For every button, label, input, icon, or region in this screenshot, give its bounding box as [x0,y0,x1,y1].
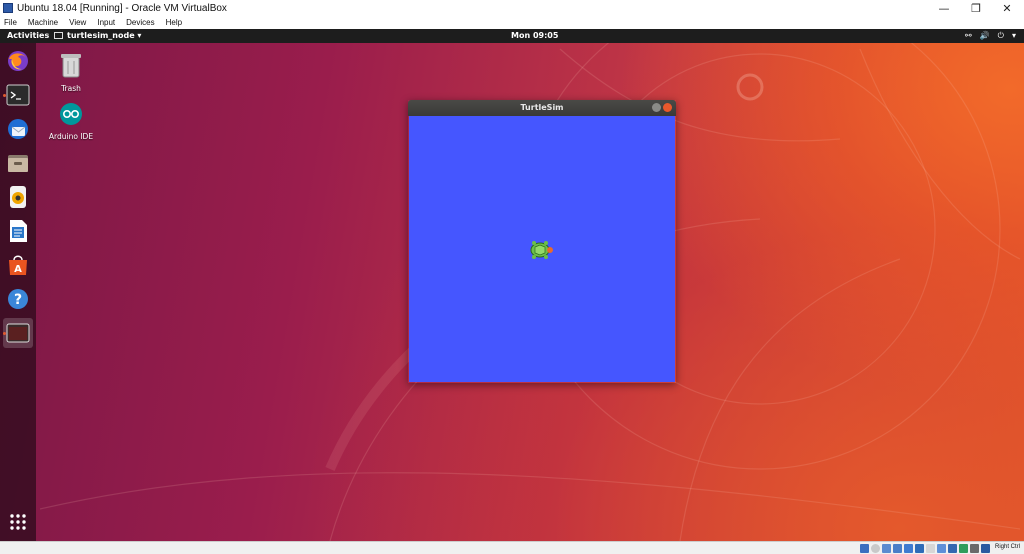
volume-icon[interactable]: 🔊 [980,31,990,41]
rhythmbox-icon [10,186,26,208]
dock-item-software[interactable]: A [3,250,33,280]
network-adapter-icon[interactable] [893,544,902,553]
files-icon [8,155,28,172]
turtlesim-titlebar[interactable]: TurtleSim [408,100,676,116]
system-tray[interactable]: ⚯ 🔊 ⏻ ▾ [965,31,1016,41]
dock-item-files[interactable] [3,148,33,178]
desktop-icon-label: Trash [61,84,81,93]
network-icon[interactable]: ⚯ [965,31,972,41]
dock-item-writer[interactable] [3,216,33,246]
running-indicator [3,94,6,97]
turtlesim-minimize-button[interactable] [652,103,661,112]
restore-button[interactable]: ❐ [959,0,993,16]
audio-icon[interactable] [882,544,891,553]
guest-desktop[interactable]: Activities turtlesim_node ▾ Mon 09:05 ⚯ … [0,29,1024,541]
menu-devices[interactable]: Devices [126,18,154,27]
menu-view[interactable]: View [69,18,86,27]
dock-item-turtlesim[interactable] [3,318,33,348]
turtle-icon [530,241,553,259]
mouse-integration-icon[interactable] [970,544,979,553]
app-menu[interactable]: turtlesim_node ▾ [54,31,141,40]
desktop-icon-arduino[interactable]: Arduino IDE [41,102,101,141]
shared-folders-icon[interactable] [915,544,924,553]
running-indicator [3,332,6,335]
terminal-icon [6,84,30,106]
menu-file[interactable]: File [4,18,17,27]
dock-item-show-apps[interactable] [3,507,33,537]
cpu-icon[interactable] [959,544,968,553]
video-capture-icon[interactable] [937,544,946,553]
activities-button[interactable]: Activities [7,31,49,40]
vbox-status-bar: Right Ctrl [0,541,1024,554]
dock-item-rhythmbox[interactable] [3,182,33,212]
optical-drive-icon[interactable] [871,544,880,553]
desktop-icon-label: Arduino IDE [48,132,94,141]
show-applications-icon [10,514,26,530]
virtualbox-app-icon [3,3,13,13]
svg-text:?: ? [14,292,22,308]
gnome-top-bar: Activities turtlesim_node ▾ Mon 09:05 ⚯ … [0,29,1024,43]
menu-help[interactable]: Help [166,18,182,27]
display-icon[interactable] [926,544,935,553]
dock-item-thunderbird[interactable] [3,114,33,144]
keyboard-icon[interactable] [981,544,990,553]
power-icon[interactable]: ⏻ [998,31,1004,41]
libreoffice-writer-icon [10,220,27,242]
vrde-icon[interactable] [948,544,957,553]
dock-item-firefox[interactable] [3,46,33,76]
app-menu-label: turtlesim_node ▾ [67,31,142,40]
vbox-titlebar: Ubuntu 18.04 [Running] - Oracle VM Virtu… [0,0,1024,16]
desktop-icon-trash[interactable]: Trash [41,52,101,93]
vbox-menubar: File Machine View Input Devices Help [0,16,1024,29]
turtlesim-app-icon [6,323,30,343]
menu-input[interactable]: Input [97,18,115,27]
hard-disk-icon[interactable] [860,544,869,553]
status-icons [860,544,990,553]
usb-icon[interactable] [904,544,913,553]
ubuntu-software-icon: A [9,255,27,275]
trash-icon [61,54,81,78]
close-button[interactable]: ✕ [990,0,1024,16]
turtlesim-window[interactable]: TurtleSim [408,100,676,383]
vbox-window-title: Ubuntu 18.04 [Running] - Oracle VM Virtu… [17,2,227,14]
turtlesim-canvas [409,116,675,382]
menu-machine[interactable]: Machine [28,18,58,27]
system-menu-arrow-icon[interactable]: ▾ [1012,31,1016,41]
clock[interactable]: Mon 09:05 [511,31,558,40]
dock: A ? [0,43,36,541]
dock-item-terminal[interactable] [3,80,33,110]
minimize-button[interactable]: — [927,0,961,16]
app-menu-window-icon [54,32,63,39]
turtlesim-close-button[interactable] [663,103,672,112]
firefox-icon [8,51,28,71]
help-icon: ? [8,289,28,309]
turtlesim-title: TurtleSim [520,103,564,112]
arduino-icon [60,103,82,125]
dock-item-help[interactable]: ? [3,284,33,314]
svg-text:A: A [14,264,22,275]
thunderbird-icon [8,119,28,139]
host-key-label: Right Ctrl [995,544,1021,550]
